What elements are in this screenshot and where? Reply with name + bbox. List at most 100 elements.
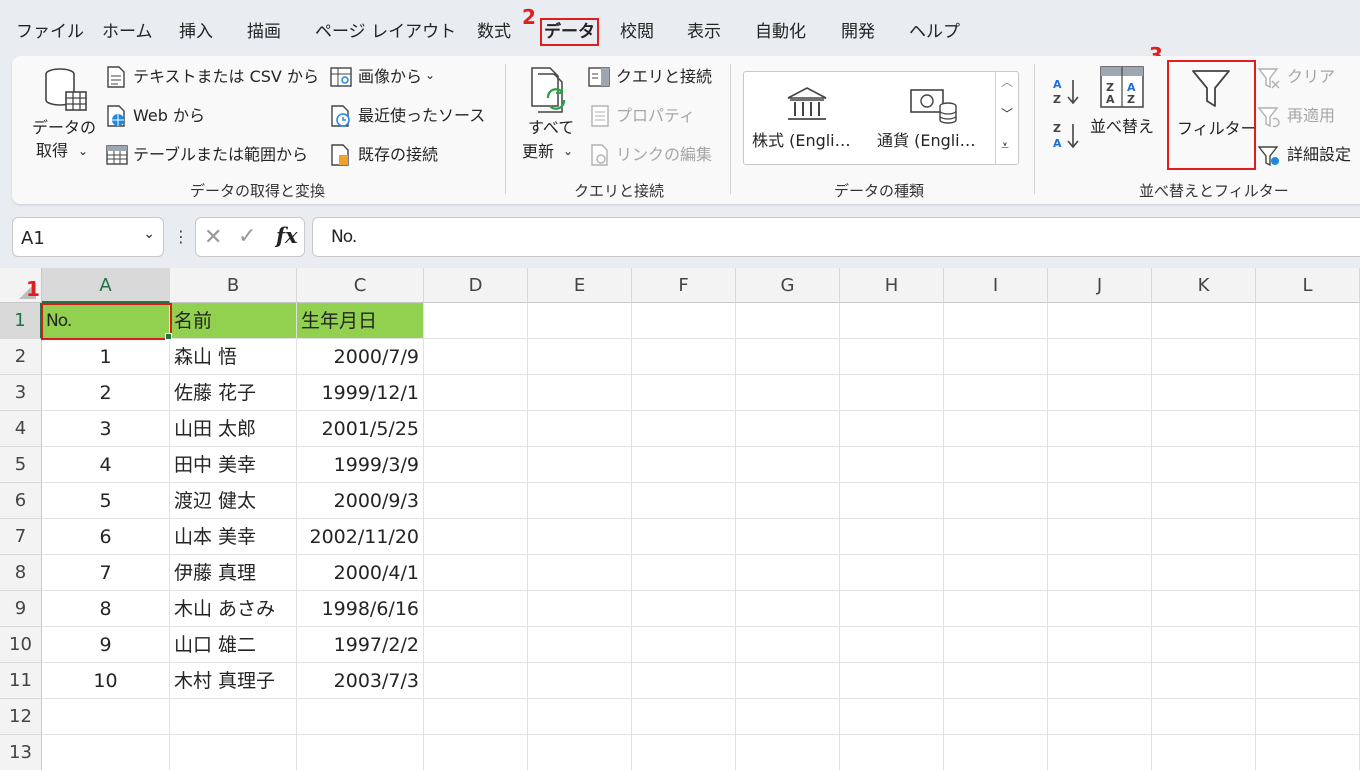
tab-developer[interactable]: 開発 (841, 20, 875, 44)
cell-c13[interactable] (297, 735, 424, 770)
cell-a13[interactable] (42, 735, 170, 770)
cell-h10[interactable] (840, 627, 944, 663)
column-header-a[interactable]: A (42, 268, 170, 303)
cell-c1[interactable]: 生年月日 (297, 303, 424, 339)
tab-view[interactable]: 表示 (687, 20, 721, 44)
cell-a12[interactable] (42, 699, 170, 735)
cell-e13[interactable] (528, 735, 632, 770)
cell-f1[interactable] (632, 303, 736, 339)
cell-g3[interactable] (736, 375, 840, 411)
cell-a3[interactable]: 2 (42, 375, 170, 411)
existing-connections-button[interactable]: 既存の接続 (358, 145, 438, 165)
tab-review[interactable]: 校閲 (620, 20, 654, 44)
row-header[interactable]: 4 (0, 411, 42, 447)
cell-f8[interactable] (632, 555, 736, 591)
cell-a5[interactable]: 4 (42, 447, 170, 483)
cell-g7[interactable] (736, 519, 840, 555)
cell-i9[interactable] (944, 591, 1048, 627)
cell-e3[interactable] (528, 375, 632, 411)
row-header[interactable]: 10 (0, 627, 42, 663)
cell-i13[interactable] (944, 735, 1048, 770)
cell-d10[interactable] (424, 627, 528, 663)
cell-l7[interactable] (1256, 519, 1360, 555)
cell-f10[interactable] (632, 627, 736, 663)
cell-e8[interactable] (528, 555, 632, 591)
cell-i7[interactable] (944, 519, 1048, 555)
cell-l2[interactable] (1256, 339, 1360, 375)
cell-e10[interactable] (528, 627, 632, 663)
cell-h5[interactable] (840, 447, 944, 483)
cell-h8[interactable] (840, 555, 944, 591)
cell-i6[interactable] (944, 483, 1048, 519)
cell-j1[interactable] (1048, 303, 1152, 339)
clear-button[interactable]: クリア (1287, 67, 1335, 87)
cell-l10[interactable] (1256, 627, 1360, 663)
insert-function-icon[interactable]: fx (276, 223, 298, 248)
cell-e5[interactable] (528, 447, 632, 483)
cell-j5[interactable] (1048, 447, 1152, 483)
cell-f3[interactable] (632, 375, 736, 411)
cell-f2[interactable] (632, 339, 736, 375)
column-header-k[interactable]: K (1152, 268, 1256, 303)
cell-i11[interactable] (944, 663, 1048, 699)
cell-i12[interactable] (944, 699, 1048, 735)
cell-j3[interactable] (1048, 375, 1152, 411)
cell-c4[interactable]: 2001/5/25 (297, 411, 424, 447)
cell-h3[interactable] (840, 375, 944, 411)
tab-file[interactable]: ファイル (16, 20, 84, 44)
cell-k9[interactable] (1152, 591, 1256, 627)
from-table-range-button[interactable]: テーブルまたは範囲から (133, 145, 308, 165)
cell-i5[interactable] (944, 447, 1048, 483)
cell-e12[interactable] (528, 699, 632, 735)
cell-k6[interactable] (1152, 483, 1256, 519)
cell-f11[interactable] (632, 663, 736, 699)
from-web-button[interactable]: Web から (133, 106, 205, 126)
gallery-more-icon[interactable]: ⩡ (1001, 136, 1009, 156)
cell-d5[interactable] (424, 447, 528, 483)
row-header[interactable]: 2 (0, 339, 42, 375)
cell-h1[interactable] (840, 303, 944, 339)
advanced-button[interactable]: 詳細設定 (1287, 145, 1351, 165)
column-header-f[interactable]: F (632, 268, 736, 303)
cell-i4[interactable] (944, 411, 1048, 447)
cell-c6[interactable]: 2000/9/3 (297, 483, 424, 519)
cell-j13[interactable] (1048, 735, 1152, 770)
cell-j6[interactable] (1048, 483, 1152, 519)
cell-e1[interactable] (528, 303, 632, 339)
row-header[interactable]: 11 (0, 663, 42, 699)
cell-k5[interactable] (1152, 447, 1256, 483)
cell-j8[interactable] (1048, 555, 1152, 591)
cell-a2[interactable]: 1 (42, 339, 170, 375)
row-header[interactable]: 6 (0, 483, 42, 519)
cell-d1[interactable] (424, 303, 528, 339)
cell-b7[interactable]: 山本 美幸 (170, 519, 297, 555)
edit-links-button[interactable]: リンクの編集 (616, 145, 712, 165)
column-header-l[interactable]: L (1256, 268, 1360, 303)
fill-handle[interactable] (165, 333, 172, 340)
cell-c5[interactable]: 1999/3/9 (297, 447, 424, 483)
row-header[interactable]: 1 (0, 303, 42, 339)
cell-g2[interactable] (736, 339, 840, 375)
cell-j11[interactable] (1048, 663, 1152, 699)
get-data-button-line1[interactable]: データの (32, 118, 96, 138)
cell-l3[interactable] (1256, 375, 1360, 411)
cell-h4[interactable] (840, 411, 944, 447)
cell-f6[interactable] (632, 483, 736, 519)
stocks-data-type-button[interactable]: 株式 (Engli… (752, 131, 851, 151)
cell-i1[interactable] (944, 303, 1048, 339)
cell-k3[interactable] (1152, 375, 1256, 411)
cell-l1[interactable] (1256, 303, 1360, 339)
cell-g4[interactable] (736, 411, 840, 447)
cell-j4[interactable] (1048, 411, 1152, 447)
cell-e6[interactable] (528, 483, 632, 519)
tab-automate[interactable]: 自動化 (755, 20, 806, 44)
cell-k4[interactable] (1152, 411, 1256, 447)
from-image-button[interactable]: 画像から (358, 67, 422, 87)
cell-d4[interactable] (424, 411, 528, 447)
cell-c10[interactable]: 1997/2/2 (297, 627, 424, 663)
sort-button[interactable]: 並べ替え (1090, 117, 1154, 137)
cell-b5[interactable]: 田中 美幸 (170, 447, 297, 483)
cell-d9[interactable] (424, 591, 528, 627)
cell-a11[interactable]: 10 (42, 663, 170, 699)
cell-g13[interactable] (736, 735, 840, 770)
